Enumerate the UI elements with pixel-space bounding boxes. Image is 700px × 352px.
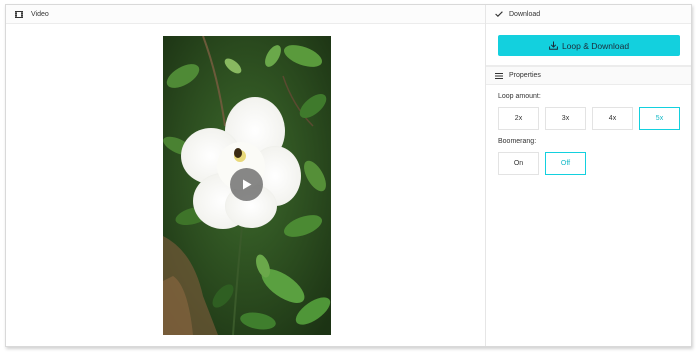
download-icon xyxy=(549,41,558,50)
check-icon xyxy=(493,11,505,17)
app-window: Video Download Loop & Download Propertie… xyxy=(5,4,692,347)
boomerang-options: On Off xyxy=(498,152,691,175)
loop-option-2x[interactable]: 2x xyxy=(498,107,539,130)
film-icon xyxy=(12,10,26,18)
loop-download-button[interactable]: Loop & Download xyxy=(498,35,680,56)
download-section: Loop & Download xyxy=(486,24,691,66)
loop-amount-section: Loop amount: 2x 3x 4x 5x xyxy=(486,93,691,130)
video-panel: Video xyxy=(6,5,486,346)
boomerang-option-off[interactable]: Off xyxy=(545,152,586,175)
loop-option-3x[interactable]: 3x xyxy=(545,107,586,130)
properties-panel-header: Properties xyxy=(486,66,691,85)
properties-panel-title: Properties xyxy=(509,72,541,79)
boomerang-option-on[interactable]: On xyxy=(498,152,539,175)
video-area xyxy=(6,25,485,346)
download-panel-title: Download xyxy=(509,10,541,18)
settings-panel: Download Loop & Download Properties Loop… xyxy=(486,5,691,346)
loop-option-5x[interactable]: 5x xyxy=(639,107,680,130)
loop-option-4x[interactable]: 4x xyxy=(592,107,633,130)
loop-amount-label: Loop amount: xyxy=(498,93,541,100)
video-panel-title: Video xyxy=(31,10,49,18)
loop-amount-options: 2x 3x 4x 5x xyxy=(498,107,691,130)
boomerang-label: Boomerang: xyxy=(498,138,537,145)
boomerang-section: Boomerang: On Off xyxy=(486,138,691,175)
video-panel-header: Video xyxy=(6,5,485,24)
play-button[interactable] xyxy=(230,168,263,201)
loop-download-label: Loop & Download xyxy=(561,40,630,51)
play-icon xyxy=(242,179,252,190)
video-preview[interactable] xyxy=(163,36,331,335)
download-panel-header: Download xyxy=(486,5,691,24)
menu-icon xyxy=(493,72,505,79)
